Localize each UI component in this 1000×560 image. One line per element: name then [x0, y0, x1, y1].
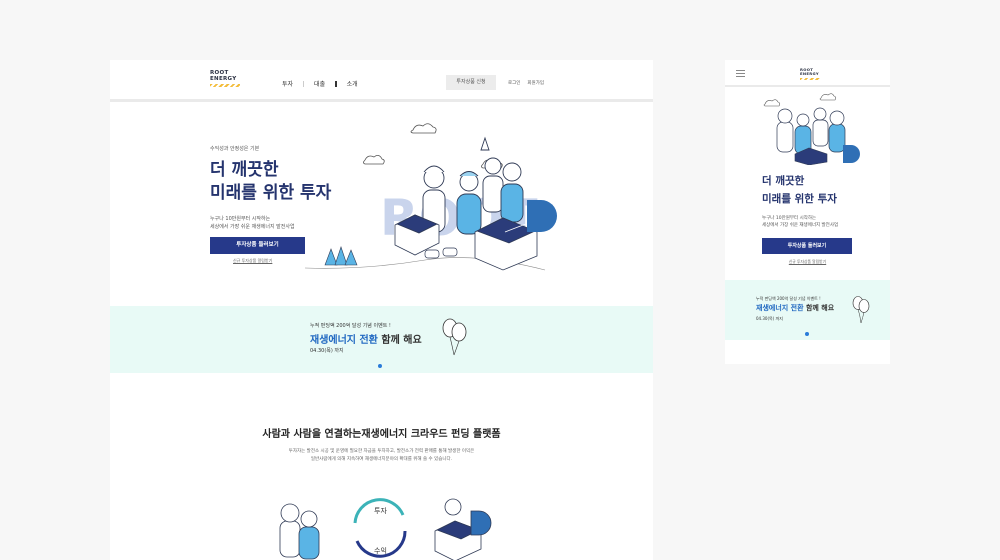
- banner-headline-highlight: 재생에너지 전환: [756, 304, 804, 312]
- browse-products-button[interactable]: 투자상품 둘러보기: [210, 237, 305, 254]
- mobile-logo[interactable]: ROOT ENERGY: [800, 68, 820, 80]
- banner-headline-rest: 함께 해요: [803, 304, 835, 312]
- carousel-indicator[interactable]: [805, 332, 809, 336]
- nav-divider: [303, 80, 305, 87]
- event-banner[interactable]: 누적 펀딩액 200억 달성 기념 이벤트 ! 재생에너지 전환 함께 해요 0…: [110, 306, 653, 373]
- hero-illustration: ROOT: [305, 123, 557, 271]
- apply-product-button[interactable]: 투자상품 신청: [446, 75, 496, 90]
- cloud-icon: [410, 123, 437, 134]
- nav-item-about[interactable]: 소개: [347, 79, 358, 88]
- mobile-header: ROOT ENERGY: [725, 60, 890, 87]
- hero-desc-line2: 세상에서 가장 쉬운 재생에너지 발전사업: [210, 224, 295, 230]
- hero-kicker: 수익성과 안정성은 기본: [210, 146, 260, 152]
- banner-date: 04.30(목) 까지: [310, 348, 344, 354]
- balloon-icon: [442, 318, 467, 356]
- platform-description: 투자자는 발전소 시공 및 운영에 필요한 자금을 투자하고, 발전소가 전력 …: [110, 448, 653, 464]
- banner-headline-highlight: 재생에너지 전환: [310, 335, 378, 346]
- decor-d-shape: [527, 200, 557, 232]
- banner-headline: 재생에너지 전환 함께 해요: [310, 331, 422, 346]
- main-nav: 투자 대출 소개: [282, 79, 358, 88]
- auth-links: 로그인 회원가입: [508, 80, 544, 86]
- banner-headline: 재생에너지 전환 함께 해요: [756, 303, 834, 313]
- signup-link[interactable]: 회원가입: [527, 80, 544, 86]
- mobile-mockup: ROOT ENERGY 더 깨끗한 미래를 위한 투자 누구나 10만원부터 시…: [725, 60, 890, 364]
- banner-small-text: 누적 펀딩액 200억 달성 기념 이벤트 !: [756, 296, 821, 301]
- site-header: ROOT ENERGY 투자 대출 소개 투자상품 신청 로그인 회원가입: [110, 60, 653, 102]
- hero-title-line2: 미래를 위한 투자: [762, 193, 837, 205]
- cycle-label-invest: 투자: [374, 506, 387, 515]
- balloon-icon: [852, 296, 870, 324]
- logo-stripes: [210, 84, 240, 87]
- hero-desc-line1: 누구나 10만원부터 시작하는: [210, 216, 271, 222]
- nav-divider: [335, 80, 337, 87]
- solar-plant-illustration: [434, 498, 492, 560]
- mobile-hero-description: 누구나 10만원부터 시작하는 세상에서 가장 쉬운 재생에너지 발전사업: [762, 215, 838, 229]
- logo-line2: ENERGY: [800, 70, 819, 76]
- platform-title: 사람과 사람을 연결하는재생에너지 크라우드 펀딩 플랫폼: [262, 429, 501, 440]
- banner-headline-rest: 함께 해요: [377, 335, 422, 346]
- platform-desc-line1: 투자자는 발전소 시공 및 운영에 필요한 자금을 투자하고, 발전소가 전력 …: [288, 449, 475, 454]
- hero-desc-line1: 누구나 10만원부터 시작하는: [762, 216, 817, 221]
- hamburger-icon[interactable]: [736, 70, 745, 77]
- banner-small-text: 누적 펀딩액 200억 달성 기념 이벤트 !: [310, 323, 391, 329]
- cycle-label-return: 수익: [374, 547, 387, 555]
- hero-description: 누구나 10만원부터 시작하는 세상에서 가장 쉬운 재생에너지 발전사업: [210, 215, 295, 231]
- decor-d-shape: [843, 145, 860, 163]
- hero-title-line1: 더 깨끗한: [762, 175, 805, 187]
- invest-cycle-illustration: 투자 수익: [279, 498, 492, 560]
- carousel-indicator[interactable]: [378, 364, 382, 368]
- mobile-browse-products-button[interactable]: 투자상품 둘러보기: [762, 238, 852, 254]
- logo[interactable]: ROOT ENERGY: [210, 70, 240, 87]
- banner-date: 04.30(목) 까지: [756, 316, 783, 321]
- mobile-event-banner[interactable]: 누적 펀딩액 200억 달성 기념 이벤트 ! 재생에너지 전환 함께 해요 0…: [725, 280, 890, 340]
- hero-desc-line2: 세상에서 가장 쉬운 재생에너지 발전사업: [762, 223, 839, 228]
- platform-section: 사람과 사람을 연결하는재생에너지 크라우드 펀딩 플랫폼 투자자는 발전소 시…: [110, 373, 653, 560]
- hero-section: 수익성과 안정성은 기본 더 깨끗한 미래를 위한 투자 누구나 10만원부터 …: [110, 105, 653, 306]
- login-link[interactable]: 로그인: [508, 80, 520, 86]
- animal-illustration: [424, 247, 458, 259]
- mobile-hero-illustration: [763, 93, 860, 165]
- investor-illustration: [279, 503, 320, 560]
- mobile-product-alert-link[interactable]: 신규 투자상품 알림받기: [725, 259, 890, 265]
- desktop-mockup: ROOT ENERGY 투자 대출 소개 투자상품 신청 로그인 회원가입 수익…: [110, 60, 653, 560]
- cloud-icon: [763, 93, 837, 107]
- tree-illustration: [324, 246, 358, 266]
- people-illustration: [776, 107, 846, 155]
- nav-item-invest[interactable]: 투자: [282, 79, 293, 88]
- platform-desc-line2: 일반사람에게 의해 지속하여 재생에너지분야의 확대를 위해 쓸 수 있습니다.: [310, 457, 453, 462]
- cloud-icon: [363, 155, 385, 165]
- nav-item-loan[interactable]: 대출: [314, 79, 325, 88]
- mobile-hero-title: 더 깨끗한 미래를 위한 투자: [762, 172, 837, 208]
- logo-stripes: [800, 77, 820, 80]
- product-alert-link[interactable]: 신규 투자상품 알림받기: [233, 258, 272, 264]
- logo-line2: ENERGY: [210, 75, 237, 82]
